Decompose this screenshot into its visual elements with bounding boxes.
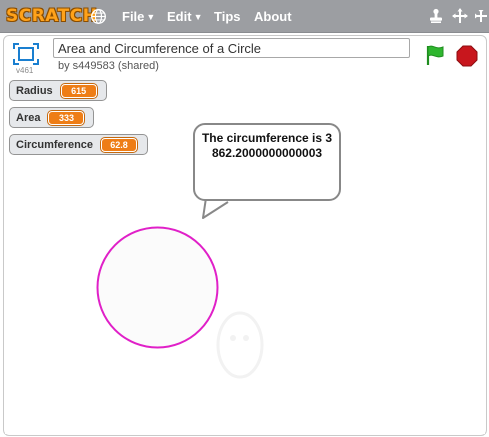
menu-edit[interactable]: Edit ▼ [167, 9, 202, 25]
variable-monitor-radius: Radius 615 [9, 80, 107, 101]
monitor-label: Radius [16, 84, 53, 97]
ghost-sprite [216, 311, 264, 379]
menu-edit-label: Edit [167, 9, 192, 24]
monitor-label: Area [16, 111, 41, 124]
chevron-down-icon: ▼ [193, 12, 203, 22]
speech-bubble-tail [202, 198, 229, 219]
chevron-down-icon: ▼ [146, 12, 156, 22]
stop-icon[interactable] [456, 45, 478, 67]
monitor-value: 62.8 [101, 137, 138, 152]
menu-file[interactable]: File ▼ [122, 9, 155, 25]
speech-bubble: The circumference is 3862.2000000000003 [193, 123, 341, 201]
variable-monitor-circumference: Circumference 62.8 [9, 134, 148, 155]
shrink-icon[interactable] [473, 8, 489, 24]
variable-monitor-area: Area 333 [9, 107, 94, 128]
menu-tips[interactable]: Tips [214, 9, 241, 25]
stamp-icon[interactable] [428, 8, 444, 24]
version-label: v461 [16, 66, 34, 75]
monitor-value: 615 [60, 83, 97, 98]
project-title-input[interactable] [53, 38, 410, 58]
monitor-value: 333 [48, 110, 85, 125]
project-byline: by s449583 (shared) [58, 60, 159, 72]
menu-file-label: File [122, 9, 145, 24]
fullscreen-icon[interactable] [13, 43, 39, 65]
globe-icon[interactable] [90, 8, 107, 25]
scratch-logo[interactable]: SCRATCH [6, 6, 97, 26]
menu-about[interactable]: About [254, 9, 292, 25]
monitor-label: Circumference [16, 138, 94, 151]
green-flag-icon[interactable] [424, 44, 446, 66]
menu-bar: SCRATCH File ▼ Edit ▼ Tips About [0, 0, 489, 33]
grow-icon[interactable] [452, 8, 468, 24]
